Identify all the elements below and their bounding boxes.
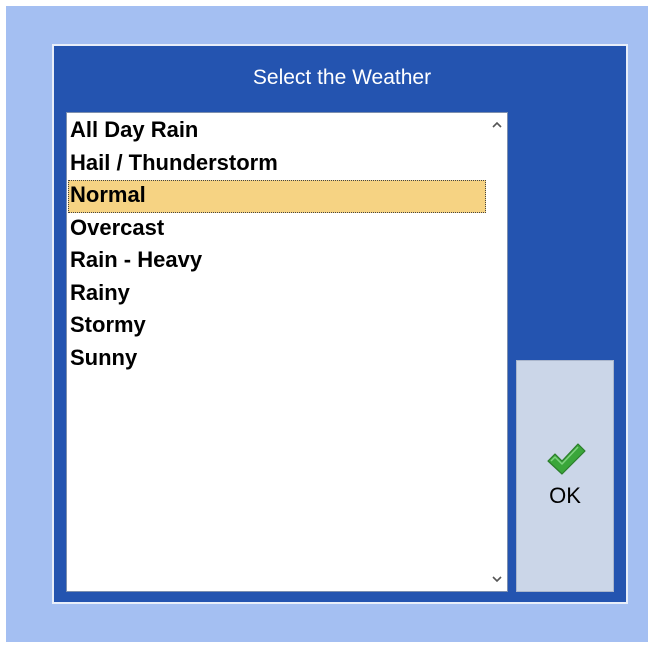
ok-button[interactable]: OK	[516, 360, 614, 592]
weather-list: All Day Rain Hail / Thunderstorm Normal …	[68, 115, 486, 375]
ok-label: OK	[549, 483, 581, 508]
list-item-selected[interactable]: Normal	[68, 180, 486, 213]
dialog-title: Select the Weather	[252, 66, 432, 89]
list-item[interactable]: Sunny	[68, 343, 486, 376]
list-item[interactable]: Rain - Heavy	[68, 245, 486, 278]
list-item[interactable]: Hail / Thunderstorm	[68, 148, 486, 181]
weather-listbox[interactable]: All Day Rain Hail / Thunderstorm Normal …	[66, 112, 508, 592]
chevron-up-icon[interactable]	[487, 115, 507, 135]
list-item[interactable]: Rainy	[68, 278, 486, 311]
vertical-scrollbar[interactable]	[487, 113, 507, 591]
list-item[interactable]: Stormy	[68, 310, 486, 343]
weather-dialog: Select the Weather All Day Rain Hail / T…	[52, 44, 628, 604]
list-item[interactable]: Overcast	[68, 213, 486, 246]
list-item[interactable]: All Day Rain	[68, 115, 486, 148]
green-checkmark-icon	[547, 443, 586, 475]
chevron-down-icon[interactable]	[487, 569, 507, 589]
